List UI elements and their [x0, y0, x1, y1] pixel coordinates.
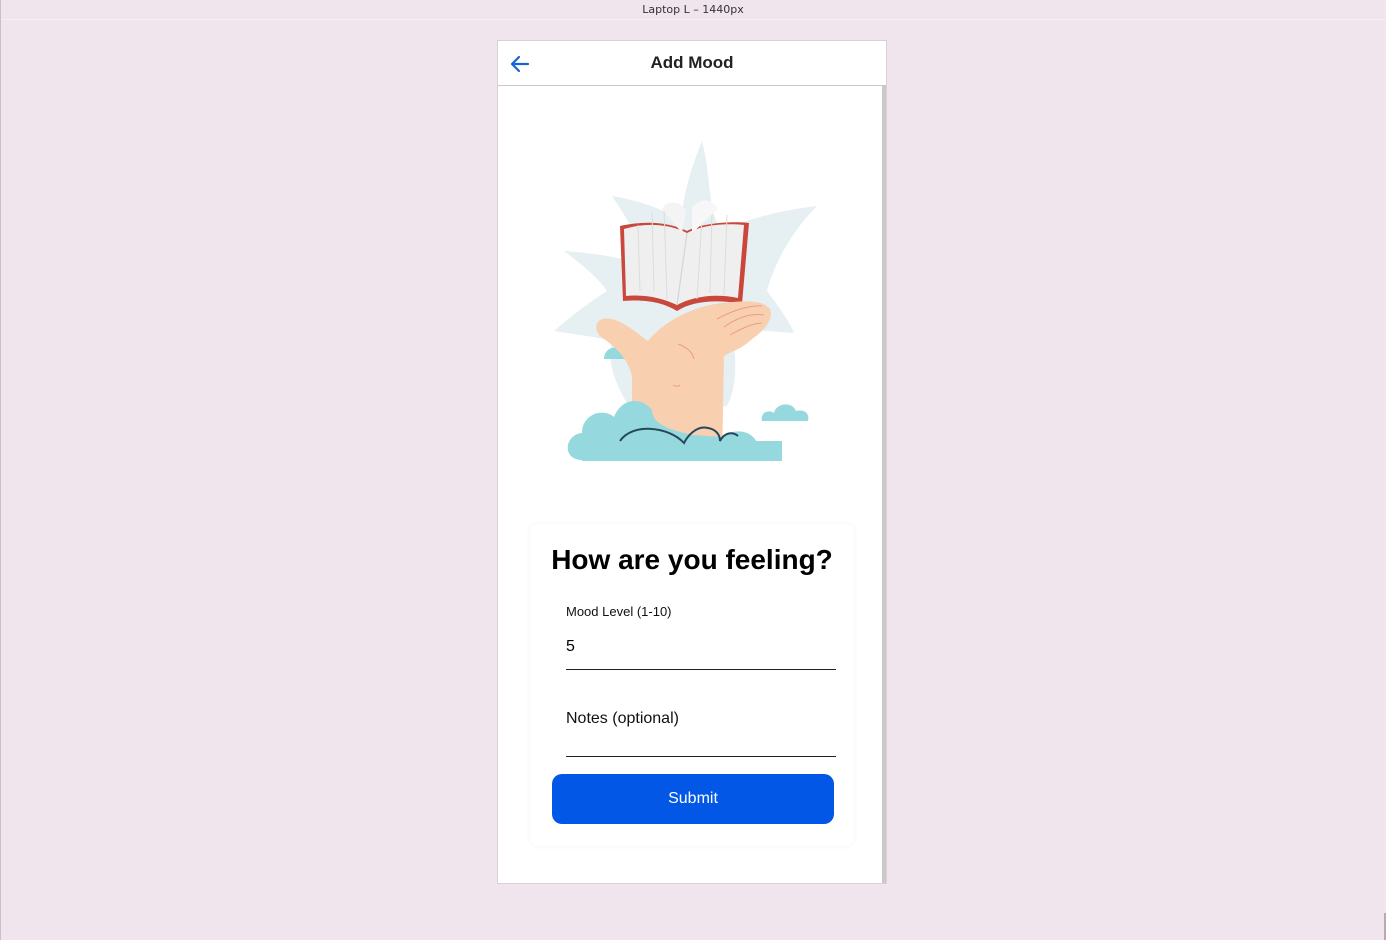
page-title: Add Mood — [650, 53, 734, 72]
phone-frame: Add Mood How are you feeling? Mood Level… — [497, 40, 887, 884]
app-bar: Add Mood — [498, 41, 886, 86]
mood-level-input[interactable]: 5 — [566, 638, 575, 656]
scrollbar[interactable] — [882, 86, 886, 883]
mood-level-label: Mood Level (1-10) — [566, 604, 672, 619]
hand-holding-book-illustration — [554, 141, 817, 461]
frame-label: Laptop L – 1440px — [0, 0, 1386, 20]
canvas-edge — [0, 0, 1, 940]
notes-input[interactable]: Notes (optional) — [566, 710, 836, 756]
form-heading: How are you feeling? — [551, 544, 833, 575]
notes-placeholder: Notes (optional) — [566, 710, 679, 727]
mood-level-underline — [566, 669, 836, 670]
notes-underline — [566, 756, 836, 757]
mood-form-card: How are you feeling? Mood Level (1-10) 5… — [530, 524, 854, 846]
submit-button[interactable]: Submit — [552, 774, 834, 824]
